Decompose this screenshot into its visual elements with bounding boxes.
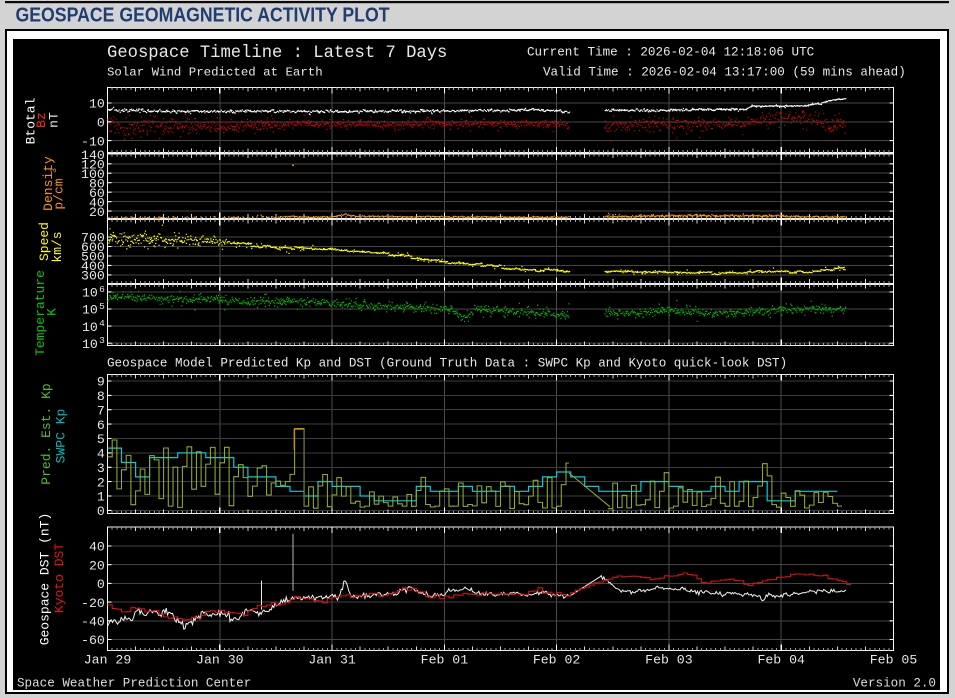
svg-text:0: 0 (97, 504, 105, 519)
svg-text:Geospace DST (nT): Geospace DST (nT) (37, 513, 52, 646)
svg-text:10: 10 (82, 337, 98, 352)
svg-text:40: 40 (89, 540, 105, 555)
svg-text:Current Time : 2026-02-04 12:1: Current Time : 2026-02-04 12:18:06 UTC (527, 46, 815, 60)
svg-text:Kyoto DST: Kyoto DST (52, 543, 67, 613)
svg-text:3: 3 (49, 168, 59, 173)
svg-text:-20: -20 (81, 596, 105, 611)
svg-text:Jan 31: Jan 31 (308, 653, 356, 668)
svg-text:10: 10 (89, 97, 105, 112)
svg-text:Feb 04: Feb 04 (757, 653, 805, 668)
svg-text:6: 6 (97, 418, 105, 433)
svg-text:Feb 02: Feb 02 (533, 653, 580, 668)
svg-text:Geospace Model Predicted Kp an: Geospace Model Predicted Kp and DST (Gro… (107, 357, 787, 371)
svg-text:1: 1 (97, 490, 105, 505)
svg-text:Geospace Timeline : Latest 7 D: Geospace Timeline : Latest 7 Days (107, 44, 447, 63)
svg-text:SWPC Kp: SWPC Kp (54, 409, 69, 464)
svg-text:Jan 29: Jan 29 (84, 653, 131, 668)
svg-text:nT: nT (46, 112, 61, 128)
svg-text:GEOSPACE GEOMAGNETIC ACTIVITY: GEOSPACE GEOMAGNETIC ACTIVITY PLOT (16, 5, 390, 27)
svg-text:5: 5 (97, 432, 105, 447)
svg-text:6: 6 (99, 284, 105, 295)
svg-text:4: 4 (99, 318, 105, 329)
svg-text:300: 300 (81, 269, 105, 284)
svg-text:Feb 05: Feb 05 (870, 653, 918, 668)
svg-text:3: 3 (97, 461, 105, 476)
svg-text:km/s: km/s (50, 231, 65, 262)
svg-text:-40: -40 (81, 615, 105, 630)
svg-text:20: 20 (89, 205, 105, 220)
svg-text:0: 0 (97, 116, 105, 131)
svg-text:8: 8 (97, 389, 105, 404)
svg-text:Version 2.0: Version 2.0 (853, 677, 936, 691)
svg-text:10: 10 (82, 320, 98, 335)
svg-text:9: 9 (97, 375, 105, 390)
svg-text:20: 20 (89, 558, 105, 573)
svg-text:Space Weather Prediction Cente: Space Weather Prediction Center (17, 677, 251, 691)
svg-text:10: 10 (82, 303, 98, 318)
svg-text:4: 4 (97, 447, 105, 462)
svg-text:Feb 01: Feb 01 (421, 653, 469, 668)
svg-text:10: 10 (82, 286, 98, 301)
svg-text:Valid Time : 2026-02-04 13:17:: Valid Time : 2026-02-04 13:17:00 (59 min… (543, 66, 906, 80)
svg-text:-60: -60 (81, 633, 105, 648)
svg-text:3: 3 (99, 335, 105, 346)
svg-text:2: 2 (97, 475, 105, 490)
svg-text:Solar Wind Predicted at Earth: Solar Wind Predicted at Earth (107, 66, 323, 80)
svg-text:p/cm: p/cm (51, 178, 66, 209)
svg-text:Jan 30: Jan 30 (196, 653, 244, 668)
svg-text:Pred. Est. Kp: Pred. Est. Kp (39, 383, 54, 484)
svg-text:5: 5 (99, 301, 105, 312)
svg-text:0: 0 (97, 577, 105, 592)
svg-text:Feb 03: Feb 03 (645, 653, 693, 668)
svg-text:7: 7 (97, 403, 105, 418)
svg-text:K: K (44, 308, 59, 316)
